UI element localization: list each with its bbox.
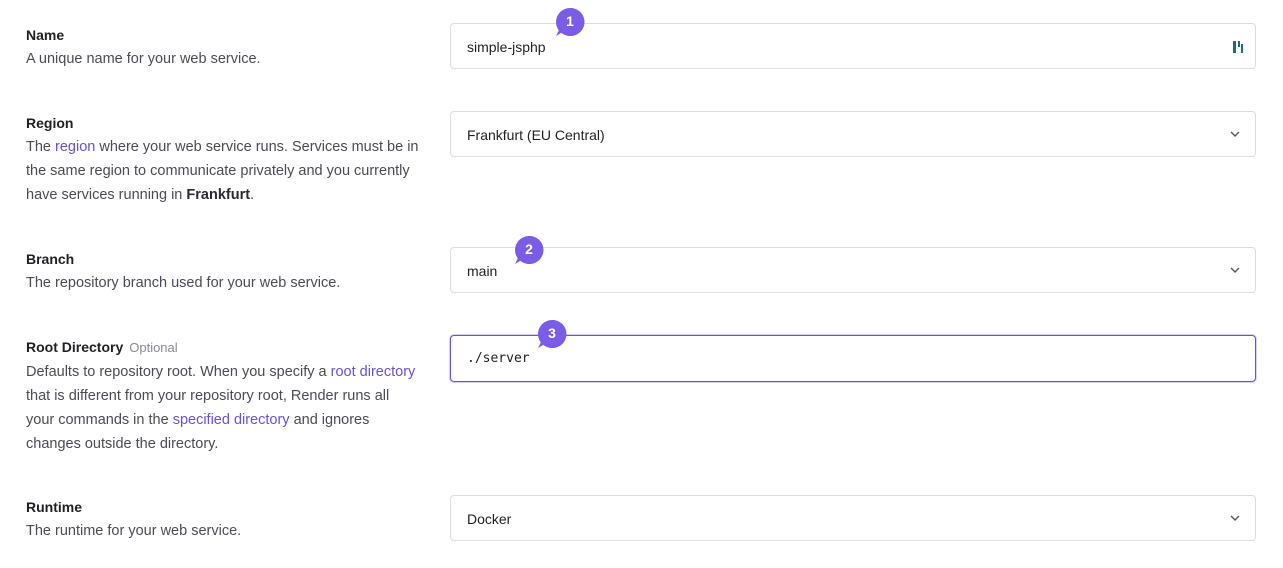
chevron-down-icon bbox=[1230, 131, 1240, 137]
step-marker-number: 1 bbox=[566, 13, 574, 29]
region-title: Region bbox=[26, 115, 74, 131]
password-manager-icon[interactable] bbox=[1232, 40, 1246, 54]
name-label-group: Name A unique name for your web service. bbox=[26, 23, 421, 71]
runtime-select-value[interactable]: Docker bbox=[467, 496, 511, 542]
branch-title: Branch bbox=[26, 251, 75, 267]
name-description: A unique name for your web service. bbox=[26, 51, 261, 67]
step-marker-3: 3 bbox=[538, 320, 567, 348]
runtime-label-group: Runtime The runtime for your web service… bbox=[26, 495, 421, 543]
runtime-select[interactable]: Docker bbox=[450, 495, 1256, 541]
region-label-group: Region The region where your web service… bbox=[26, 111, 421, 207]
branch-description: The repository branch used for your web … bbox=[26, 275, 341, 291]
step-marker-2: 2 bbox=[515, 236, 544, 264]
step-marker-1: 1 bbox=[556, 8, 585, 36]
root-directory-description: Defaults to repository root. When you sp… bbox=[26, 364, 416, 452]
optional-tag: Optional bbox=[129, 340, 178, 355]
chevron-down-icon bbox=[1230, 267, 1240, 273]
region-select-value[interactable]: Frankfurt (EU Central) bbox=[467, 112, 605, 158]
branch-select[interactable]: main bbox=[450, 247, 1256, 293]
region-description: The region where your web service runs. … bbox=[26, 139, 419, 203]
specified-directory-link[interactable]: specified directory bbox=[173, 412, 290, 428]
region-link[interactable]: region bbox=[55, 139, 95, 155]
root-directory-input-value[interactable]: ./server bbox=[467, 336, 530, 382]
name-title: Name bbox=[26, 27, 65, 43]
region-select[interactable]: Frankfurt (EU Central) bbox=[450, 111, 1256, 157]
branch-label-group: Branch The repository branch used for yo… bbox=[26, 247, 421, 295]
name-input-value[interactable]: simple-jsphp bbox=[467, 24, 546, 70]
root-directory-label-group: Root Directory Optional Defaults to repos… bbox=[26, 335, 421, 456]
step-marker-number: 3 bbox=[548, 325, 556, 341]
branch-select-value[interactable]: main bbox=[467, 248, 497, 294]
root-directory-title: Root Directory Optional bbox=[26, 339, 178, 355]
chevron-down-icon bbox=[1230, 515, 1240, 521]
runtime-description: The runtime for your web service. bbox=[26, 523, 242, 539]
root-directory-link[interactable]: root directory bbox=[331, 364, 416, 380]
step-marker-number: 2 bbox=[525, 241, 533, 257]
runtime-title: Runtime bbox=[26, 499, 82, 515]
root-directory-input[interactable]: ./server bbox=[450, 335, 1256, 382]
